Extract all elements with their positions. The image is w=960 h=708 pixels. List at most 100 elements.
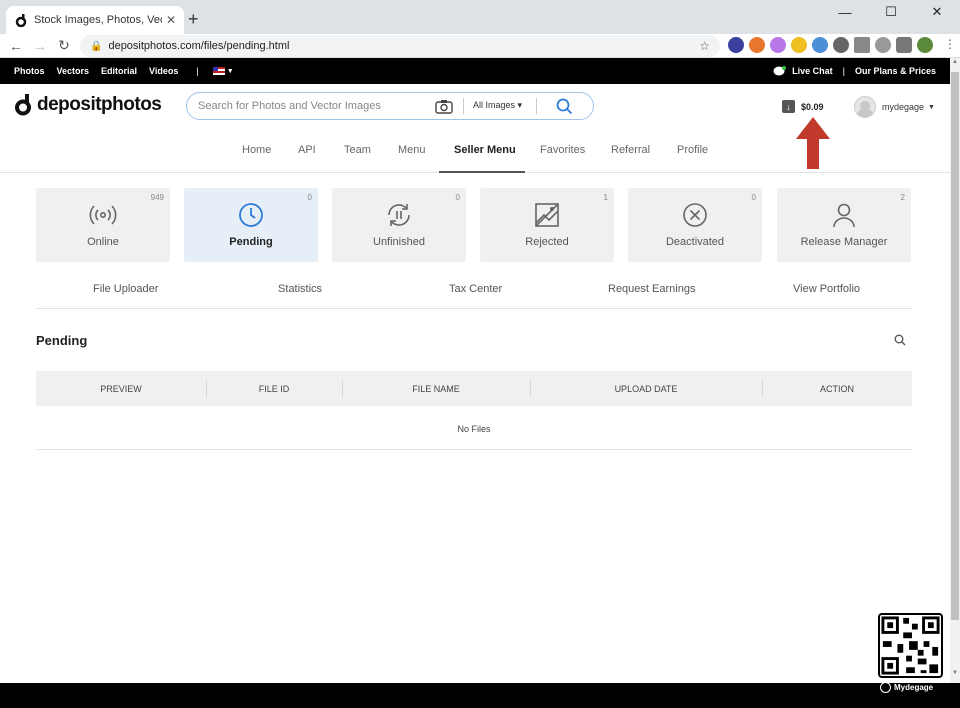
divider (36, 308, 912, 309)
card-online[interactable]: 949 Online (36, 188, 170, 262)
balance-amount: $0.09 (801, 101, 824, 112)
table-header: PREVIEW FILE ID FILE NAME UPLOAD DATE AC… (36, 371, 912, 406)
extension-feather-icon[interactable] (770, 37, 786, 53)
back-icon[interactable]: ← (4, 34, 28, 58)
scrollbar-thumb[interactable] (951, 72, 959, 620)
broadcast-icon (89, 205, 117, 225)
url-text: depositphotos.com/files/pending.html (108, 40, 290, 52)
tab-favorites[interactable]: Favorites (540, 144, 585, 156)
url-field[interactable]: 🔒 depositphotos.com/files/pending.html ☆ (80, 35, 720, 57)
link-request-earnings[interactable]: Request Earnings (608, 283, 695, 295)
page-scrollbar[interactable]: ▲ ▼ (950, 58, 960, 683)
card-count: 2 (900, 193, 905, 202)
link-view-portfolio[interactable]: View Portfolio (793, 283, 860, 295)
maximize-icon[interactable]: ☐ (868, 0, 914, 24)
extension-badge-icon[interactable] (728, 37, 744, 53)
card-release-manager[interactable]: 2 Release Manager (777, 188, 911, 262)
tab-team[interactable]: Team (344, 144, 371, 156)
user-menu[interactable]: mydegage ▼ (854, 96, 935, 118)
browser-tab-bar: Stock Images, Photos, Vectors, Ill ✕ + —… (0, 0, 960, 34)
search-divider (463, 98, 464, 114)
card-label: Rejected (525, 236, 569, 248)
watermark-text: Mydegage (894, 683, 934, 692)
card-deactivated[interactable]: 0 Deactivated (628, 188, 762, 262)
extension-pen-icon[interactable] (791, 37, 807, 53)
card-label: Pending (229, 236, 273, 248)
close-window-icon[interactable]: ✕ (914, 0, 960, 24)
tab-seller-menu[interactable]: Seller Menu (454, 144, 516, 156)
card-pending[interactable]: 0 Pending (184, 188, 318, 262)
minimize-icon[interactable]: — (822, 0, 868, 24)
extension-fox-icon[interactable] (749, 37, 765, 53)
bookmark-star-icon[interactable]: ☆ (699, 39, 710, 53)
pause-refresh-icon (388, 204, 410, 226)
clock-icon (239, 203, 263, 227)
tab-api[interactable]: API (298, 144, 316, 156)
page-title: Pending (36, 333, 88, 348)
empty-state: No Files (457, 424, 491, 434)
extension-recycle-icon[interactable] (875, 37, 891, 53)
live-chat-link[interactable]: Live Chat (792, 66, 833, 76)
depositphotos-favicon-icon (14, 13, 28, 27)
column-preview[interactable]: PREVIEW (36, 384, 206, 394)
extension-v-icon[interactable] (854, 37, 870, 53)
chevron-down-icon[interactable]: ▼ (227, 68, 234, 75)
card-label: Online (87, 236, 119, 248)
plans-link[interactable]: Our Plans & Prices (855, 66, 936, 76)
extension-globe-icon[interactable] (833, 37, 849, 53)
search-divider-2 (536, 98, 537, 114)
bottom-bar (0, 683, 960, 708)
link-file-uploader[interactable]: File Uploader (93, 283, 158, 295)
qr-code-icon (878, 613, 943, 678)
card-count: 949 (150, 193, 164, 202)
nav-photos[interactable]: Photos (14, 66, 45, 76)
nav-vectors[interactable]: Vectors (57, 66, 90, 76)
column-upload-date[interactable]: UPLOAD DATE (530, 384, 762, 394)
tab-menu[interactable]: Menu (398, 144, 426, 156)
profile-avatar-icon[interactable] (917, 37, 933, 53)
scroll-up-icon[interactable]: ▲ (950, 59, 960, 71)
camera-icon[interactable] (435, 99, 453, 114)
search-input[interactable] (198, 100, 434, 112)
column-file-name[interactable]: FILE NAME (342, 384, 530, 394)
scroll-down-icon[interactable]: ▼ (950, 670, 960, 682)
column-file-id[interactable]: FILE ID (206, 384, 342, 394)
search-type-select[interactable]: All Images ▾ (473, 100, 522, 111)
logo[interactable]: depositphotos (14, 94, 162, 116)
lock-icon: 🔒 (90, 40, 103, 52)
tab-profile[interactable]: Profile (677, 144, 708, 156)
tab-referral[interactable]: Referral (611, 144, 650, 156)
close-tab-icon[interactable]: ✕ (166, 13, 176, 27)
tab-title: Stock Images, Photos, Vectors, Ill (34, 14, 162, 26)
person-icon (833, 203, 855, 228)
address-bar-row: ← → ↻ 🔒 depositphotos.com/files/pending.… (0, 34, 960, 58)
nav-editorial[interactable]: Editorial (101, 66, 137, 76)
browser-tab[interactable]: Stock Images, Photos, Vectors, Ill ✕ (6, 6, 184, 34)
reload-icon[interactable]: ↻ (52, 34, 76, 58)
balance[interactable]: ↓ $0.09 (782, 100, 824, 113)
extension-opera-icon[interactable] (812, 37, 828, 53)
link-tax-center[interactable]: Tax Center (449, 283, 502, 295)
extensions-puzzle-icon[interactable] (896, 37, 912, 53)
card-count: 0 (307, 193, 312, 202)
logo-text: depositphotos (37, 94, 162, 115)
chat-icon[interactable] (773, 65, 787, 77)
search-icon[interactable] (894, 334, 906, 346)
extensions-area: ⋮ (728, 37, 956, 53)
forward-icon[interactable]: → (28, 34, 52, 58)
browser-menu-icon[interactable]: ⋮ (944, 37, 956, 53)
nav-separator: | (196, 66, 199, 76)
window-controls: — ☐ ✕ (822, 0, 960, 24)
card-rejected[interactable]: 1 Rejected (480, 188, 614, 262)
site-top-nav: Photos Vectors Editorial Videos | ▼ Live… (0, 58, 950, 84)
watermark-label: Mydegage (880, 682, 933, 693)
card-unfinished[interactable]: 0 Unfinished (332, 188, 466, 262)
link-statistics[interactable]: Statistics (278, 283, 322, 295)
depositphotos-logo-icon (15, 94, 31, 116)
us-flag-icon[interactable] (212, 67, 225, 75)
new-tab-icon[interactable]: + (188, 9, 199, 30)
tab-home[interactable]: Home (242, 144, 271, 156)
search-icon[interactable] (556, 98, 573, 115)
column-action[interactable]: ACTION (762, 384, 912, 394)
nav-videos[interactable]: Videos (149, 66, 178, 76)
